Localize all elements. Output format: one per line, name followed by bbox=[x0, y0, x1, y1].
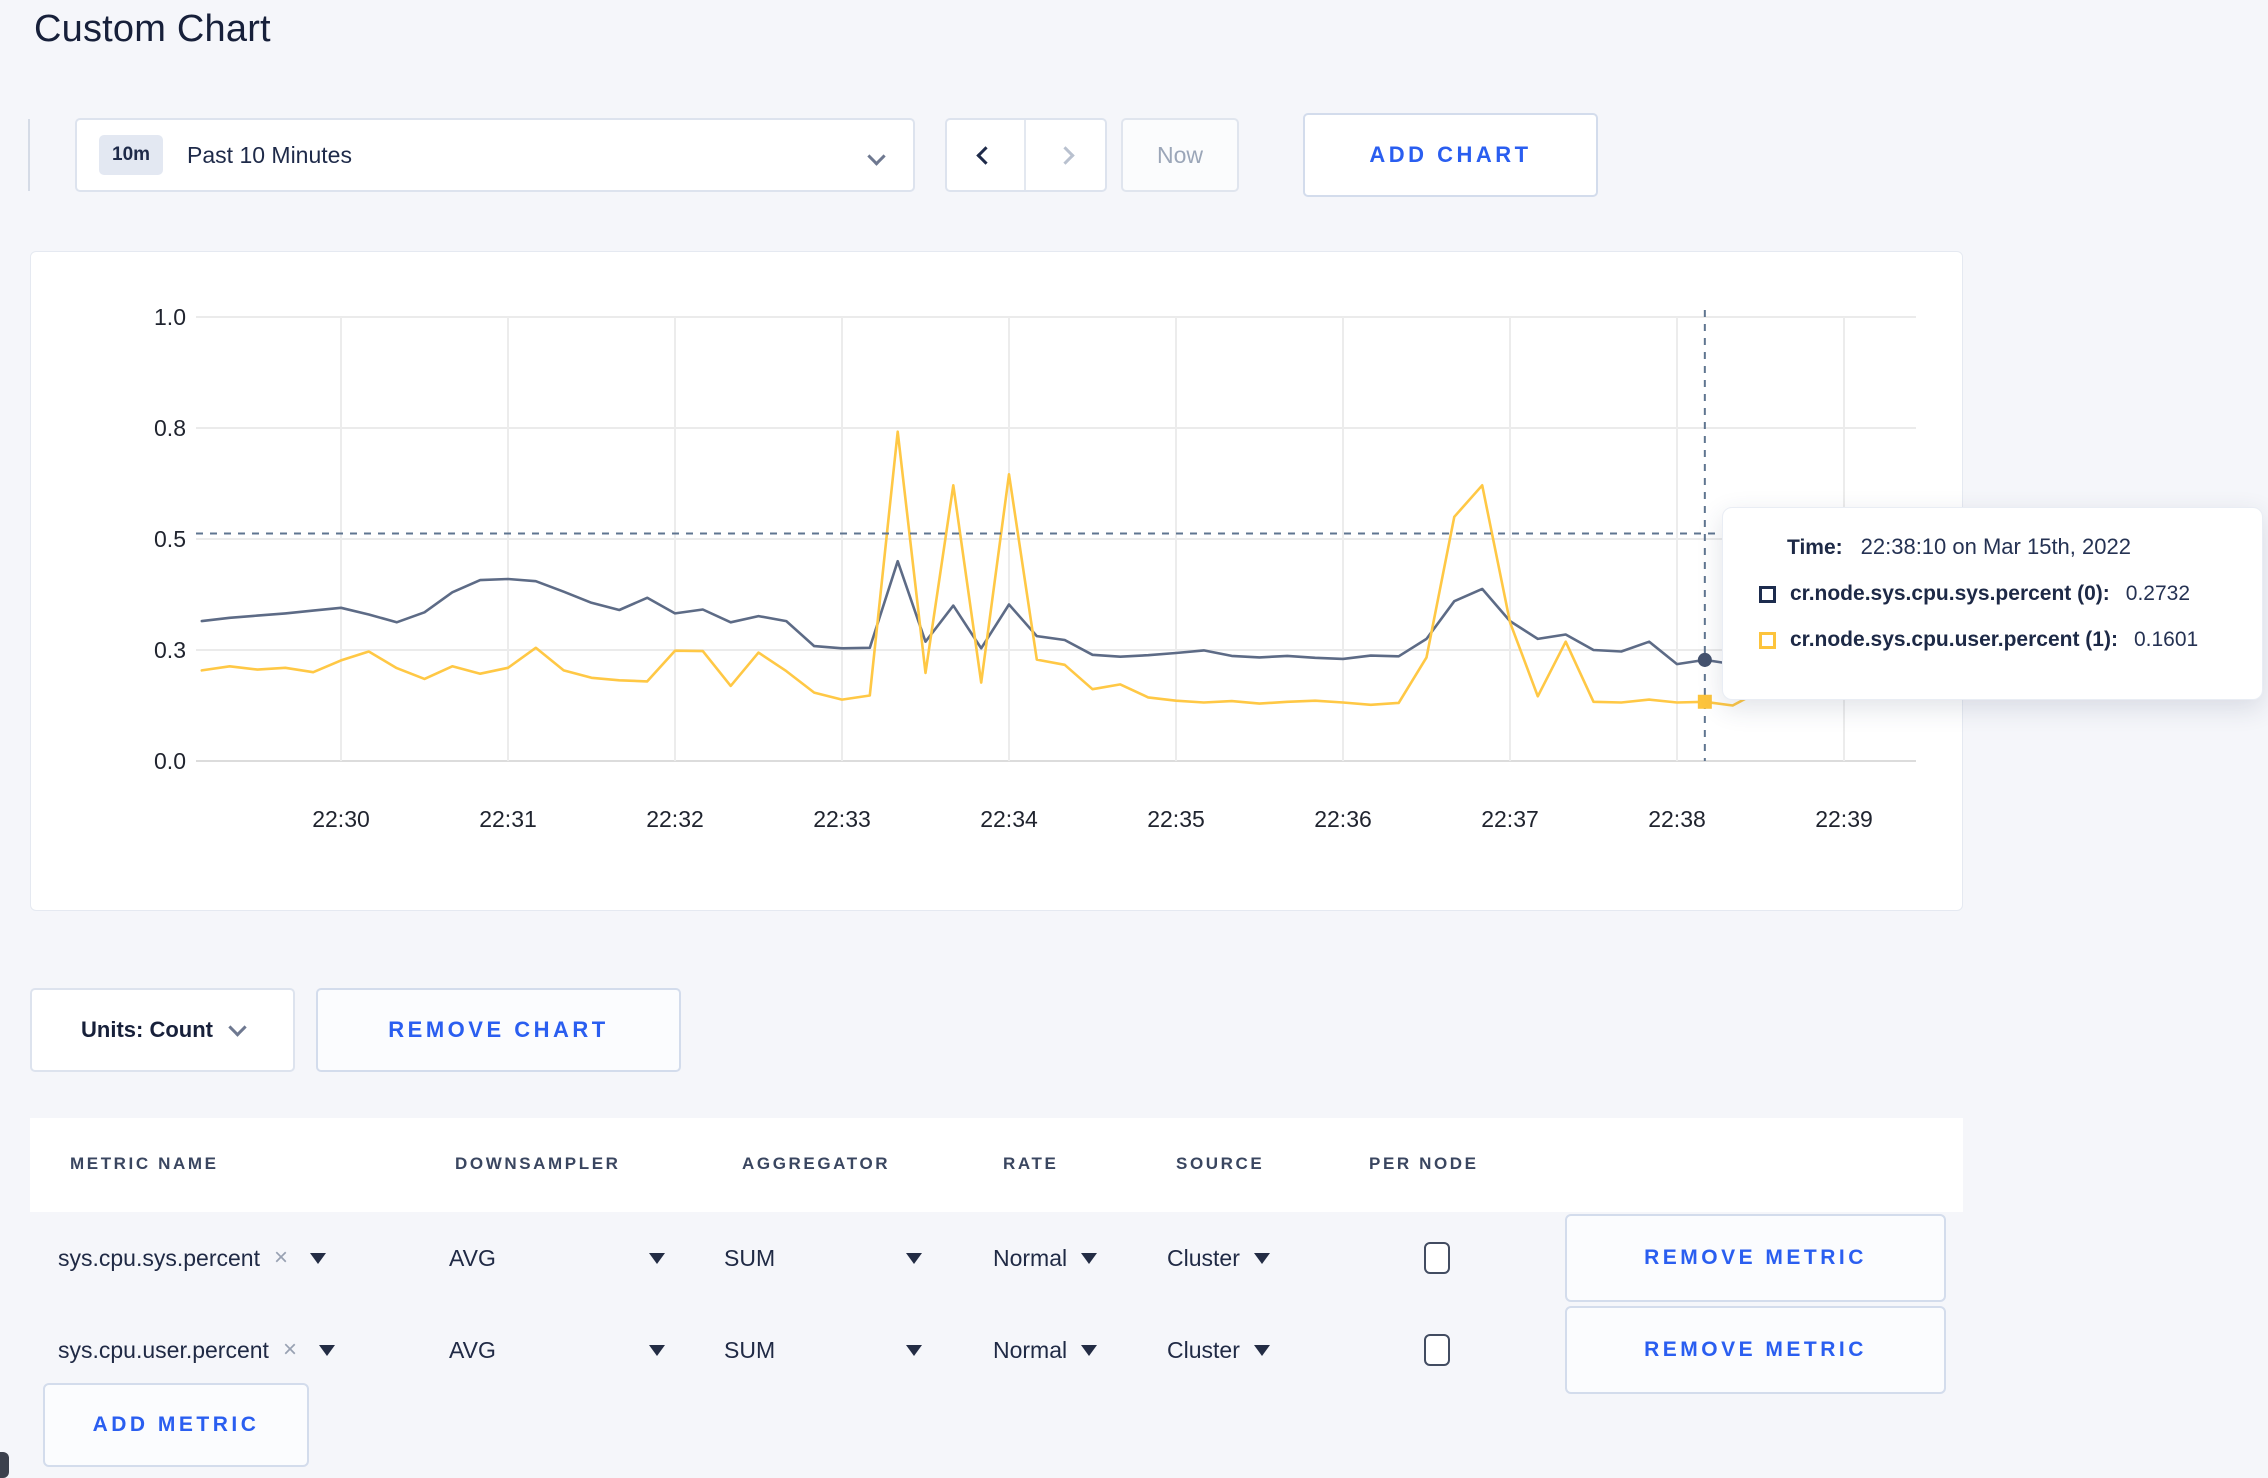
column-header: PER NODE bbox=[1369, 1154, 1479, 1173]
chevron-down-icon bbox=[228, 1017, 247, 1037]
x-axis-tick-label: 22:37 bbox=[1481, 806, 1539, 832]
units-select[interactable]: Units: Count bbox=[30, 988, 295, 1072]
metric-name-select[interactable]: sys.cpu.sys.percent × bbox=[58, 1212, 326, 1304]
source-select[interactable]: Cluster bbox=[1167, 1304, 1270, 1396]
per-node-checkbox[interactable] bbox=[1424, 1242, 1450, 1274]
x-axis-tick-label: 22:33 bbox=[813, 806, 871, 832]
tooltip-series-name: cr.node.sys.cpu.sys.percent (0): bbox=[1790, 582, 2110, 605]
time-range-badge: 10m bbox=[99, 135, 164, 175]
x-axis-tick-label: 22:39 bbox=[1815, 806, 1873, 832]
hover-marker-user bbox=[1697, 694, 1712, 709]
chart-hover-tooltip: Time: 22:38:10 on Mar 15th, 2022 cr.node… bbox=[1722, 507, 2263, 700]
time-range-label: Past 10 Minutes bbox=[187, 141, 352, 168]
chart-card: 0.0 0.3 0.5 0.8 1.0 22:30 22:31 22:32 22:33 22:34… bbox=[30, 251, 1963, 911]
tooltip-series-name: cr.node.sys.cpu.user.percent (1): bbox=[1790, 628, 2118, 651]
step-forward-button[interactable] bbox=[1026, 120, 1105, 190]
custom-chart-page: Custom Chart 10m Past 10 Minutes Now ADD… bbox=[0, 0, 2268, 1478]
tooltip-series-value: 0.2732 bbox=[2125, 582, 2191, 605]
chevron-right-icon bbox=[1056, 145, 1075, 165]
source-value: Cluster bbox=[1167, 1244, 1240, 1271]
add-chart-button[interactable]: ADD CHART bbox=[1303, 113, 1598, 197]
clear-metric-icon[interactable]: × bbox=[274, 1244, 288, 1272]
metric-name-value: sys.cpu.sys.percent bbox=[58, 1244, 260, 1271]
dropdown-caret-icon bbox=[1253, 1344, 1270, 1356]
x-axis-tick-label: 22:36 bbox=[1314, 806, 1372, 832]
series-line bbox=[200, 559, 1901, 666]
step-back-button[interactable] bbox=[947, 120, 1026, 190]
downsampler-select[interactable]: AVG bbox=[449, 1304, 665, 1396]
y-axis-tick-label: 0.5 bbox=[154, 526, 186, 552]
now-button[interactable]: Now bbox=[1121, 118, 1239, 192]
tooltip-series-row: cr.node.sys.cpu.sys.percent (0): 0.2732 bbox=[1759, 582, 2232, 606]
rate-select[interactable]: Normal bbox=[993, 1304, 1098, 1396]
aggregator-select[interactable]: SUM bbox=[724, 1212, 922, 1304]
dropdown-caret-icon bbox=[906, 1344, 922, 1356]
table-row: sys.cpu.user.percent × AVG SUM Normal Cl… bbox=[0, 1304, 2268, 1396]
tooltip-time-label: Time: bbox=[1787, 536, 1843, 559]
source-select[interactable]: Cluster bbox=[1167, 1212, 1270, 1304]
page-title: Custom Chart bbox=[34, 8, 271, 50]
aggregator-value: SUM bbox=[724, 1244, 776, 1271]
table-row: sys.cpu.sys.percent × AVG SUM Normal Clu… bbox=[0, 1212, 2268, 1304]
dropdown-caret-icon bbox=[1253, 1252, 1270, 1264]
rate-select[interactable]: Normal bbox=[993, 1212, 1098, 1304]
x-axis-tick-label: 22:31 bbox=[479, 806, 537, 832]
aggregator-value: SUM bbox=[724, 1336, 776, 1363]
chevron-down-icon bbox=[867, 147, 886, 166]
toolbar-divider bbox=[28, 119, 30, 191]
screen-corner-artifact bbox=[0, 1452, 9, 1478]
series-swatch-icon bbox=[1759, 631, 1776, 649]
time-range-select[interactable]: 10m Past 10 Minutes bbox=[75, 118, 915, 192]
y-axis-tick-label: 0.3 bbox=[154, 637, 186, 663]
chevron-left-icon bbox=[976, 145, 995, 165]
aggregator-select[interactable]: SUM bbox=[724, 1304, 922, 1396]
x-axis-tick-label: 22:30 bbox=[312, 806, 370, 832]
time-step-buttons bbox=[945, 118, 1107, 192]
y-axis-tick-label: 0.8 bbox=[154, 415, 186, 441]
column-header: DOWNSAMPLER bbox=[455, 1154, 621, 1173]
remove-metric-button[interactable]: REMOVE METRIC bbox=[1565, 1306, 1946, 1394]
downsampler-value: AVG bbox=[449, 1336, 496, 1363]
tooltip-series-value: 0.1601 bbox=[2133, 628, 2199, 651]
tooltip-time-value: 22:38:10 on Mar 15th, 2022 bbox=[1860, 534, 2131, 559]
y-axis-tick-label: 0.0 bbox=[154, 748, 186, 774]
dropdown-caret-icon bbox=[318, 1344, 335, 1356]
series-swatch-icon bbox=[1759, 585, 1776, 603]
timeseries-chart[interactable]: 0.0 0.3 0.5 0.8 1.0 22:30 22:31 22:32 22:33 22:34… bbox=[31, 252, 1962, 910]
downsampler-select[interactable]: AVG bbox=[449, 1212, 665, 1304]
series-line bbox=[200, 430, 1901, 707]
units-label: Units: Count bbox=[81, 1017, 213, 1042]
add-metric-button[interactable]: ADD METRIC bbox=[43, 1383, 309, 1467]
dropdown-caret-icon bbox=[1081, 1344, 1098, 1356]
dropdown-caret-icon bbox=[906, 1252, 922, 1264]
per-node-checkbox[interactable] bbox=[1424, 1334, 1450, 1366]
x-axis-tick-label: 22:32 bbox=[646, 806, 704, 832]
remove-chart-button[interactable]: REMOVE CHART bbox=[316, 988, 681, 1072]
clear-metric-icon[interactable]: × bbox=[283, 1336, 297, 1364]
column-header: METRIC NAME bbox=[70, 1154, 219, 1173]
downsampler-value: AVG bbox=[449, 1244, 496, 1271]
hover-marker-sys bbox=[1697, 652, 1712, 667]
rate-value: Normal bbox=[993, 1336, 1068, 1363]
dropdown-caret-icon bbox=[309, 1252, 326, 1264]
x-axis-tick-label: 22:34 bbox=[980, 806, 1038, 832]
metric-table-header: METRIC NAME DOWNSAMPLER AGGREGATOR RATE SOUR… bbox=[30, 1118, 1963, 1212]
dropdown-caret-icon bbox=[1081, 1252, 1098, 1264]
x-axis-tick-label: 22:35 bbox=[1147, 806, 1205, 832]
metric-name-value: sys.cpu.user.percent bbox=[58, 1336, 269, 1363]
column-header: AGGREGATOR bbox=[742, 1154, 891, 1173]
column-header: RATE bbox=[1003, 1154, 1059, 1173]
dropdown-caret-icon bbox=[649, 1252, 665, 1264]
source-value: Cluster bbox=[1167, 1336, 1240, 1363]
x-axis-tick-label: 22:38 bbox=[1648, 806, 1706, 832]
rate-value: Normal bbox=[993, 1244, 1068, 1271]
column-header: SOURCE bbox=[1176, 1154, 1265, 1173]
dropdown-caret-icon bbox=[649, 1344, 665, 1356]
remove-metric-button[interactable]: REMOVE METRIC bbox=[1565, 1214, 1946, 1302]
tooltip-series-row: cr.node.sys.cpu.user.percent (1): 0.1601 bbox=[1759, 628, 2232, 652]
y-axis-tick-label: 1.0 bbox=[154, 304, 186, 330]
